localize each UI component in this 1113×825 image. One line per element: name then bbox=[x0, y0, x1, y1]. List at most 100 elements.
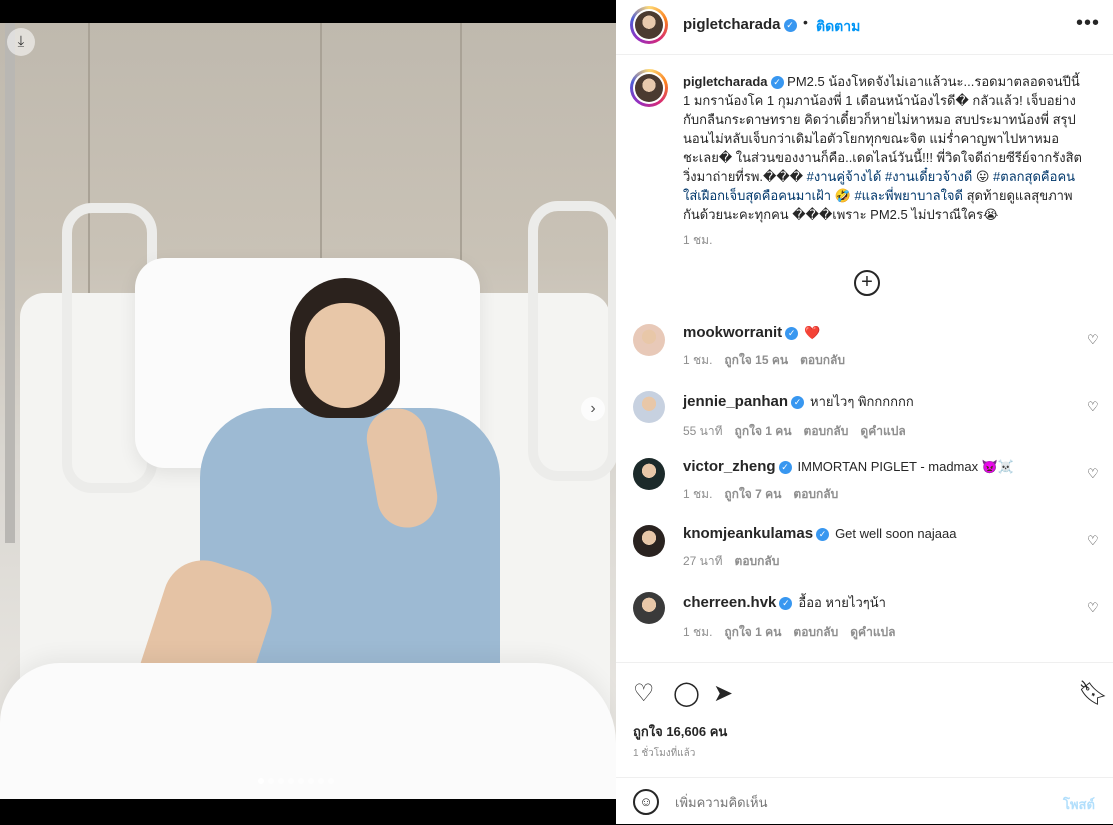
carousel-dot bbox=[318, 778, 324, 784]
comment-item: knomjeankulamas ✓ Get well soon najaaa 27 น… bbox=[616, 525, 1113, 585]
comment-timestamp: 27 นาที bbox=[683, 554, 723, 568]
comment-meta-action[interactable]: ตอบกลับ bbox=[735, 554, 780, 568]
comment-timestamp: 1 ชม. bbox=[683, 625, 713, 639]
post-timestamp[interactable]: 1 ชั่วโมงที่แล้ว bbox=[633, 746, 695, 761]
avatar-image bbox=[635, 11, 663, 39]
comment-meta-action[interactable]: ตอบกลับ bbox=[793, 625, 838, 639]
post-photo[interactable] bbox=[0, 23, 616, 799]
iv-pole bbox=[5, 23, 15, 543]
comment-meta: 55 นาที ถูกใจ 1 คน ตอบกลับ ดูคำแปล bbox=[683, 422, 1073, 441]
verified-badge-icon: ✓ bbox=[779, 597, 793, 611]
send-icon[interactable]: ➤ bbox=[713, 679, 733, 708]
separator-bullet: • bbox=[803, 14, 808, 30]
comment-body: victor_zheng ✓ IMMORTAN PIGLET - madmax 👿☠… bbox=[683, 458, 1073, 504]
commenter-avatar[interactable] bbox=[633, 324, 665, 356]
avatar-border bbox=[633, 9, 665, 41]
comment-icon[interactable]: ◯ bbox=[673, 679, 700, 708]
comment-item: mookworranit ✓ ❤️ 1 ชม. ถูกใจ 15 คน ตอบกลับ ♡ bbox=[616, 324, 1113, 384]
comment-meta-action[interactable]: ดูคำแปล bbox=[850, 625, 895, 639]
comment-item: cherreen.hvk ✓ อื้ออ หายไวๆน้า 1 ชม. ถูกใจ 1… bbox=[616, 592, 1113, 652]
bookmark-icon[interactable]: 🔖︎ bbox=[1078, 679, 1108, 708]
verified-badge-icon: ✓ bbox=[778, 461, 792, 475]
comment-meta: 1 ชม. ถูกใจ 1 คน ตอบกลับ ดูคำแปล bbox=[683, 623, 1073, 642]
commenter-username[interactable]: victor_zheng bbox=[683, 458, 776, 475]
commenter-username[interactable]: jennie_panhan bbox=[683, 393, 788, 410]
heart-icon[interactable]: ♡ bbox=[633, 679, 655, 708]
avatar-image bbox=[635, 74, 663, 102]
comment-meta-action[interactable]: ดูคำแปล bbox=[860, 424, 905, 438]
comment-like-heart-icon[interactable]: ♡ bbox=[1087, 600, 1099, 616]
commenter-username[interactable]: knomjeankulamas bbox=[683, 525, 813, 542]
follow-button[interactable]: ติดตาม bbox=[816, 16, 860, 38]
hashtag-link[interactable]: #และพี่พยาบาลใจดี bbox=[854, 188, 963, 203]
comment-meta-action[interactable]: ตอบกลับ bbox=[804, 424, 849, 438]
comment-text: หายไวๆ พิกกกกกก bbox=[810, 394, 914, 409]
hashtag-link[interactable]: #งานเดี๋ยวจ้างดี bbox=[885, 169, 972, 184]
verified-badge-icon: ✓ bbox=[816, 528, 830, 542]
caption-and-comments: pigletcharada ✓ PM2.5 น้องโหดจังไม่เอาแล้… bbox=[616, 54, 1113, 662]
verified-badge-icon: ✓ bbox=[785, 327, 799, 341]
instagram-post-modal: ⤓ › pigletcharada ✓ • ติดตาม ••• pigletc… bbox=[0, 0, 1113, 824]
comment-body: cherreen.hvk ✓ อื้ออ หายไวๆน้า 1 ชม. ถูกใจ 1… bbox=[683, 592, 1073, 642]
author-avatar[interactable] bbox=[630, 6, 668, 44]
comment-timestamp: 1 ชม. bbox=[683, 353, 713, 367]
comment-like-heart-icon[interactable]: ♡ bbox=[1087, 466, 1099, 482]
carousel-dot bbox=[288, 778, 294, 784]
chevron-right-icon: › bbox=[590, 400, 596, 417]
post-side-panel: pigletcharada ✓ • ติดตาม ••• pigletcharad… bbox=[616, 0, 1113, 824]
commenter-avatar[interactable] bbox=[633, 391, 665, 423]
likes-count[interactable]: ถูกใจ 16,606 คน bbox=[633, 721, 727, 742]
comment-body: mookworranit ✓ ❤️ 1 ชม. ถูกใจ 15 คน ตอบกลับ bbox=[683, 324, 1073, 370]
verified-badge-icon: ✓ bbox=[791, 396, 805, 410]
post-header: pigletcharada ✓ • ติดตาม ••• bbox=[616, 0, 1113, 55]
comment-text: Get well soon najaaa bbox=[835, 526, 957, 541]
comment-meta-action[interactable]: ถูกใจ 1 คน bbox=[724, 625, 781, 639]
commenter-username[interactable]: mookworranit bbox=[683, 324, 782, 341]
post-comment-button[interactable]: โพสต์ bbox=[1063, 794, 1095, 815]
caption-text: PM2.5 น้องโหดจังไม่เอาแล้วนะ...รอดมาตลอด… bbox=[683, 74, 1082, 184]
carousel-dot bbox=[328, 778, 334, 784]
comment-meta: 1 ชม. ถูกใจ 7 คน ตอบกลับ bbox=[683, 485, 1073, 504]
comment-text: อื้ออ หายไวๆน้า bbox=[798, 595, 886, 610]
caption-author-avatar[interactable] bbox=[630, 69, 668, 107]
comment-timestamp: 55 นาที bbox=[683, 424, 723, 438]
comment-like-heart-icon[interactable]: ♡ bbox=[1087, 399, 1099, 415]
commenter-avatar[interactable] bbox=[633, 458, 665, 490]
hashtag-link[interactable]: #งานคู่จ้างได้ bbox=[807, 169, 882, 184]
comment-like-heart-icon[interactable]: ♡ bbox=[1087, 533, 1099, 549]
plus-circle-icon[interactable]: + bbox=[854, 270, 880, 296]
comment-input[interactable] bbox=[673, 790, 1027, 814]
post-media[interactable]: ⤓ › bbox=[0, 0, 616, 824]
next-image-button[interactable]: › bbox=[581, 397, 605, 421]
commenter-avatar[interactable] bbox=[633, 592, 665, 624]
comment-text: IMMORTAN PIGLET - madmax 👿☠️ bbox=[797, 459, 1015, 474]
comment-meta-action[interactable]: ถูกใจ 1 คน bbox=[735, 424, 792, 438]
comment-like-heart-icon[interactable]: ♡ bbox=[1087, 332, 1099, 348]
author-username-link[interactable]: pigletcharada ✓ bbox=[683, 16, 797, 33]
comment-meta-action[interactable]: ตอบกลับ bbox=[793, 487, 838, 501]
caption-body: PM2.5 น้องโหดจังไม่เอาแล้วนะ...รอดมาตลอด… bbox=[683, 74, 1082, 222]
comment-item: jennie_panhan ✓ หายไวๆ พิกกกกกก 55 นาที ถูกใ… bbox=[616, 391, 1113, 451]
commenter-avatar[interactable] bbox=[633, 525, 665, 557]
caption-author-username[interactable]: pigletcharada bbox=[683, 74, 768, 89]
media-tag-icon[interactable]: ⤓ bbox=[7, 28, 35, 56]
comment-body: jennie_panhan ✓ หายไวๆ พิกกกกกก 55 นาที ถูกใ… bbox=[683, 391, 1073, 441]
comment-text: ❤️ bbox=[804, 325, 821, 340]
carousel-dot bbox=[298, 778, 304, 784]
comment-meta: 27 นาที ตอบกลับ bbox=[683, 552, 1073, 571]
commenter-username[interactable]: cherreen.hvk bbox=[683, 594, 776, 611]
comment-meta-action[interactable]: ถูกใจ 7 คน bbox=[724, 487, 781, 501]
author-username[interactable]: pigletcharada bbox=[683, 16, 781, 33]
comment-meta-action[interactable]: ถูกใจ 15 คน bbox=[724, 353, 788, 367]
comment-timestamp: 1 ชม. bbox=[683, 487, 713, 501]
comment-meta-action[interactable]: ตอบกลับ bbox=[800, 353, 845, 367]
post-actions: ♡ ◯ ➤ 🔖︎ ถูกใจ 16,606 คน 1 ชั่วโมงที่แล้… bbox=[616, 662, 1113, 773]
bed-rail-right bbox=[528, 201, 616, 481]
carousel-dot bbox=[268, 778, 274, 784]
emoji-icon[interactable]: ☺ bbox=[633, 789, 659, 815]
carousel-dots bbox=[258, 778, 334, 784]
more-horizontal-icon[interactable]: ••• bbox=[1076, 12, 1100, 35]
carousel-dot bbox=[308, 778, 314, 784]
patient-face bbox=[305, 303, 385, 408]
comment-body: knomjeankulamas ✓ Get well soon najaaa 27 น… bbox=[683, 525, 1073, 571]
